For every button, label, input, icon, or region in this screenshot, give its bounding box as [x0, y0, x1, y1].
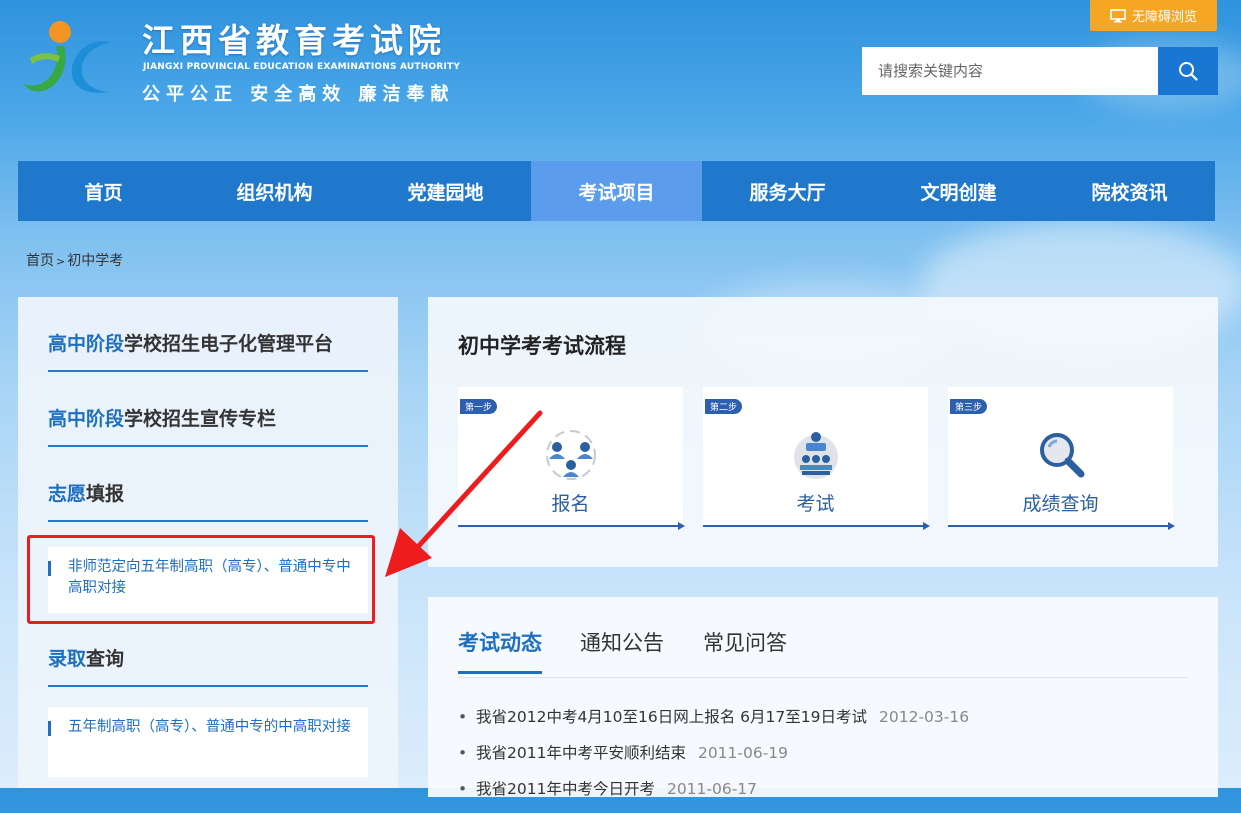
sidebar-item-enrollment-platform[interactable]: 高中阶段学校招生电子化管理平台	[48, 329, 368, 372]
sidebar-item-application-filling[interactable]: 志愿填报	[48, 479, 368, 522]
news-title: 我省2012中考4月10至16日网上报名 6月17至19日考试	[476, 708, 867, 726]
tab-faq[interactable]: 常见问答	[703, 627, 787, 671]
step-label: 报名	[551, 493, 590, 515]
step-label: 成绩查询	[1022, 493, 1099, 515]
bullet-icon: •	[458, 744, 468, 762]
bullet-icon: •	[458, 708, 468, 726]
nav-item-college-news[interactable]: 院校资讯	[1044, 161, 1215, 221]
step-underline	[703, 522, 930, 530]
sidebar: 高中阶段学校招生电子化管理平台 高中阶段学校招生宣传专栏 志愿填报 非师范定向五…	[18, 297, 398, 788]
step-card-registration[interactable]: 第一步 报名	[458, 387, 685, 530]
tab-notices[interactable]: 通知公告	[580, 627, 664, 671]
search-icon	[1179, 62, 1198, 81]
sidebar-item-label: 查询	[86, 648, 125, 670]
news-list: • 我省2012中考4月10至16日网上报名 6月17至19日考试 2012-03-…	[458, 705, 969, 813]
process-title: 初中学考考试流程	[458, 334, 626, 358]
nav-item-party-building[interactable]: 党建园地	[360, 161, 531, 221]
main-nav: 首页 组织机构 党建园地 考试项目 服务大厅 文明创建 院校资讯	[18, 161, 1215, 221]
step-underline	[948, 522, 1175, 530]
monitor-icon	[1110, 8, 1126, 22]
breadcrumb: 首页 > 初中学考	[26, 250, 123, 270]
sidebar-item-highlight: 高中阶段	[48, 333, 125, 355]
news-title: 我省2011年中考今日开考	[476, 780, 655, 798]
breadcrumb-separator: >	[56, 255, 66, 268]
site-logo[interactable]	[20, 18, 120, 104]
step-badge: 第二步	[705, 399, 743, 414]
sidebar-item-admission-query[interactable]: 录取查询	[48, 644, 368, 687]
nav-item-exam-projects[interactable]: 考试项目	[531, 161, 702, 221]
step-badge: 第一步	[460, 399, 498, 414]
tab-exam-news[interactable]: 考试动态	[458, 627, 542, 674]
sidebar-subitem-five-year-vocational[interactable]: 五年制高职（高专）、普通中专的中高职对接	[48, 707, 368, 777]
search-box	[862, 47, 1218, 95]
site-title: 江西省教育考试院	[142, 21, 446, 60]
accessibility-label: 无障碍浏览	[1131, 10, 1197, 25]
nav-item-organization[interactable]: 组织机构	[189, 161, 360, 221]
search-button[interactable]	[1158, 47, 1218, 95]
sidebar-item-highlight: 录取	[48, 648, 87, 670]
sidebar-item-label: 学校招生电子化管理平台	[124, 333, 334, 355]
news-date: 2011-06-17	[666, 780, 758, 798]
news-card: 考试动态 通知公告 常见问答 • 我省2012中考4月10至16日网上报名 6月1…	[428, 597, 1218, 798]
accessibility-button[interactable]: 无障碍浏览	[1090, 0, 1217, 31]
sidebar-item-label: 填报	[86, 483, 125, 505]
sidebar-item-label: 学校招生宣传专栏	[124, 408, 277, 430]
sidebar-item-highlight: 高中阶段	[48, 408, 125, 430]
sidebar-item-enrollment-promotion[interactable]: 高中阶段学校招生宣传专栏	[48, 404, 368, 447]
sidebar-item-highlight: 志愿	[48, 483, 87, 505]
breadcrumb-home-link[interactable]: 首页	[26, 253, 54, 269]
jc-logo-icon	[24, 21, 110, 93]
nav-item-civilization[interactable]: 文明创建	[873, 161, 1044, 221]
news-title: 我省2011年中考平安顺利结束	[476, 744, 686, 762]
exam-hall-icon	[793, 432, 838, 479]
site-subtitle: JIANGXI PROVINCIAL EDUCATION EXAMINATION…	[143, 62, 461, 72]
process-card: 初中学考考试流程 第一步 报名 第二步 考试 第三步 成绩查询	[428, 297, 1218, 567]
site-slogan: 公平公正 安全高效 廉洁奉献	[142, 84, 455, 105]
news-date: 2011-06-19	[697, 744, 789, 762]
step-label: 考试	[796, 493, 835, 515]
sidebar-subitem-non-normal-vocational[interactable]: 非师范定向五年制高职（高专）、普通中专中高职对接	[48, 547, 368, 613]
bullet-icon: •	[458, 780, 468, 798]
step-card-exam[interactable]: 第二步 考试	[703, 387, 930, 530]
step-card-score-query[interactable]: 第三步 成绩查询	[948, 387, 1175, 530]
list-item[interactable]: • 我省2011年中考平安顺利结束 2011-06-19	[458, 741, 969, 777]
news-tabs: 考试动态 通知公告 常见问答	[458, 627, 1188, 678]
list-item[interactable]: • 我省2012中考4月10至16日网上报名 6月17至19日考试 2012-03-…	[458, 705, 969, 741]
list-item[interactable]: • 我省2011年中考今日开考 2011-06-17	[458, 777, 969, 813]
magnifier-icon	[1039, 433, 1084, 478]
step-underline	[458, 522, 685, 530]
nav-item-service-hall[interactable]: 服务大厅	[702, 161, 873, 221]
search-input[interactable]	[862, 47, 1158, 95]
nav-item-home[interactable]: 首页	[18, 161, 189, 221]
users-registration-icon	[545, 430, 596, 480]
news-date: 2012-03-16	[879, 708, 970, 726]
breadcrumb-current: 初中学考	[67, 253, 124, 269]
step-badge: 第三步	[950, 399, 988, 414]
